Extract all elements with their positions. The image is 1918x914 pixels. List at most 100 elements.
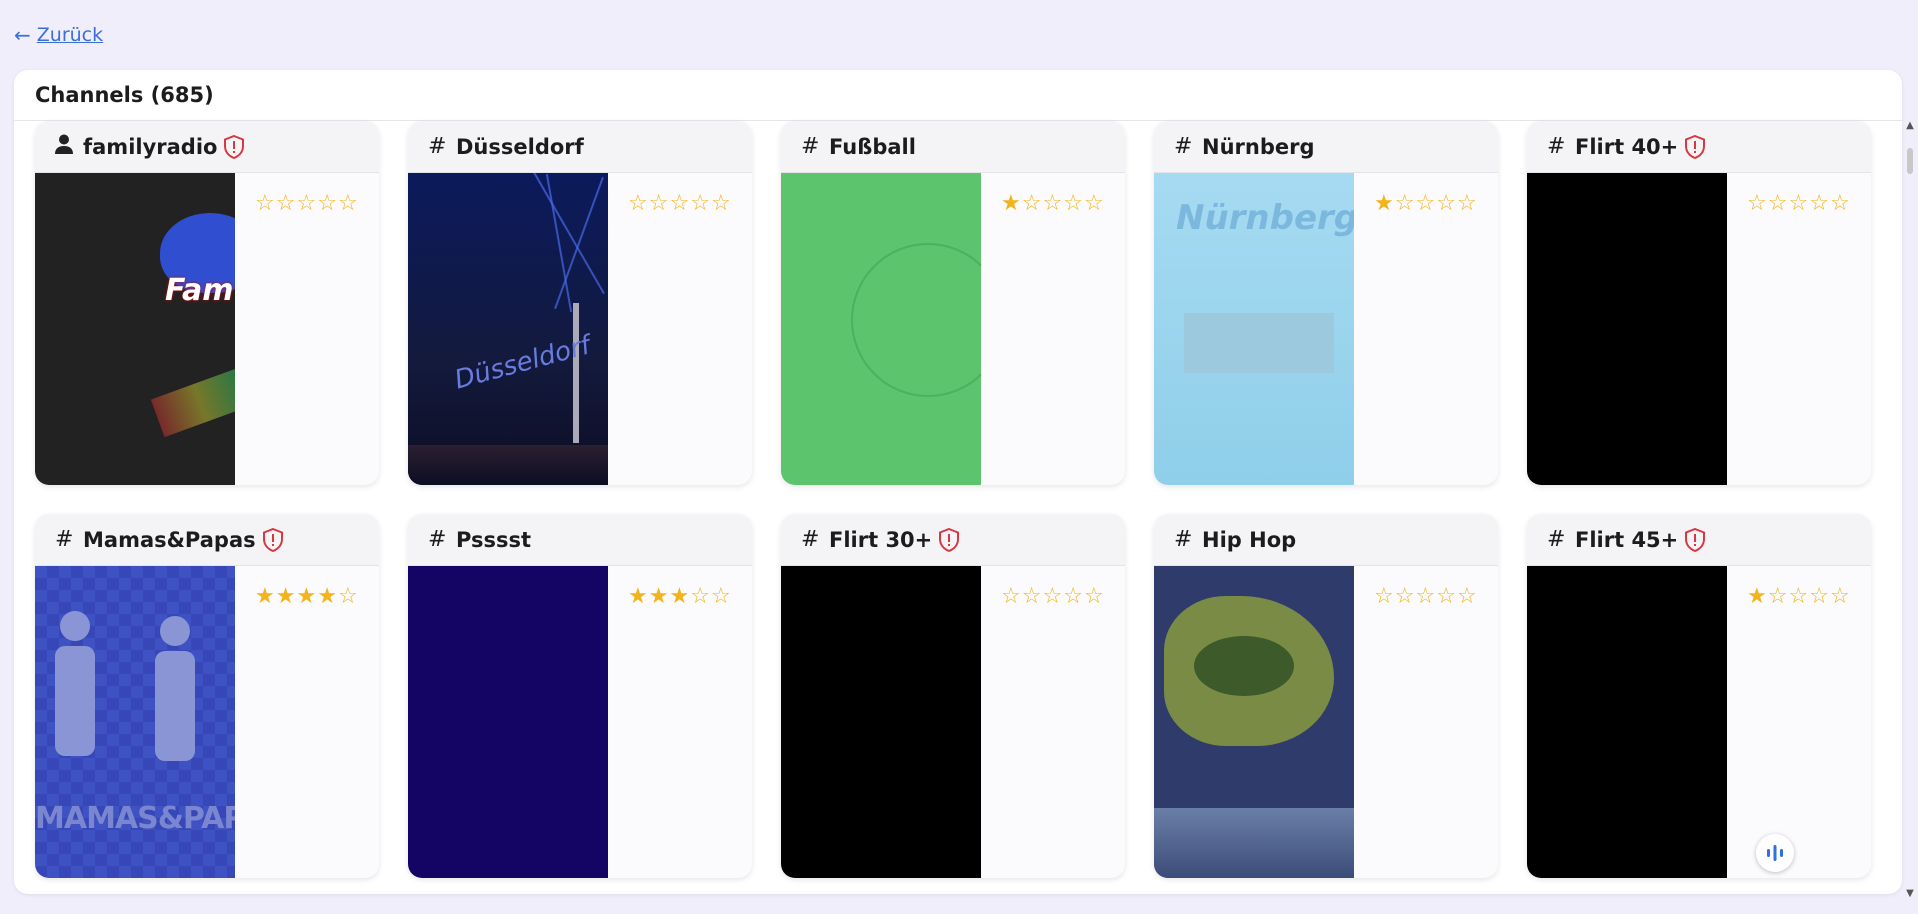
shield-warning-icon bbox=[223, 134, 245, 159]
channel-card-header[interactable]: # Mamas&Papas bbox=[35, 514, 379, 566]
channel-card[interactable]: # Flirt 45+ ★ ☆ ☆ ☆ ☆ bbox=[1527, 514, 1871, 878]
channel-card-header[interactable]: # Flirt 40+ bbox=[1527, 121, 1871, 173]
star-empty-icon: ☆ bbox=[337, 584, 358, 609]
hash-icon: # bbox=[1174, 134, 1193, 159]
star-rating: ☆ ☆ ☆ ☆ ☆ bbox=[628, 193, 752, 215]
channel-name: Nürnberg bbox=[1202, 134, 1315, 159]
channel-thumbnail: MAMAS&PAPAS bbox=[35, 566, 235, 878]
channel-card[interactable]: # Flirt 40+ ☆ ☆ ☆ ☆ ☆ bbox=[1527, 121, 1871, 485]
channel-card-header[interactable]: # Düsseldorf bbox=[408, 121, 752, 173]
shield-warning-icon bbox=[262, 527, 284, 552]
hash-icon: # bbox=[428, 527, 447, 552]
channel-thumbnail bbox=[408, 566, 608, 878]
channel-card-header[interactable]: # Fußball bbox=[781, 121, 1125, 173]
star-rating: ★ ☆ ☆ ☆ ☆ bbox=[1747, 586, 1871, 608]
star-filled-icon: ★ bbox=[296, 584, 317, 609]
star-empty-icon: ☆ bbox=[1042, 584, 1063, 609]
scroll-thumb[interactable] bbox=[1907, 148, 1913, 174]
star-empty-icon: ☆ bbox=[1747, 191, 1767, 216]
channel-name: Flirt 40+ bbox=[1575, 134, 1679, 159]
star-filled-icon: ★ bbox=[1374, 191, 1394, 216]
thumb-text: MAMAS&PAPAS bbox=[35, 801, 235, 836]
star-empty-icon: ☆ bbox=[1001, 584, 1021, 609]
star-empty-icon: ☆ bbox=[690, 584, 710, 609]
channel-card-header[interactable]: # Flirt 30+ bbox=[781, 514, 1125, 566]
star-filled-icon: ★ bbox=[648, 584, 669, 609]
star-empty-icon: ☆ bbox=[1063, 584, 1083, 609]
channel-name: Mamas&Papas bbox=[83, 527, 256, 552]
shield-warning-icon bbox=[1684, 134, 1706, 159]
star-rating: ☆ ☆ ☆ ☆ ☆ bbox=[1001, 586, 1125, 608]
audio-player-button[interactable] bbox=[1756, 834, 1794, 872]
star-empty-icon: ☆ bbox=[1042, 191, 1063, 216]
star-rating: ★ ☆ ☆ ☆ ☆ bbox=[1001, 193, 1125, 215]
channel-name: Psssst bbox=[456, 527, 532, 552]
channel-thumbnail bbox=[1154, 566, 1354, 878]
hash-icon: # bbox=[428, 134, 447, 159]
thumb-text: Fam bbox=[165, 273, 234, 308]
star-empty-icon: ☆ bbox=[317, 191, 337, 216]
star-empty-icon: ☆ bbox=[1829, 191, 1850, 216]
star-rating: ★ ★ ★ ★ ☆ bbox=[255, 586, 379, 608]
star-empty-icon: ☆ bbox=[1436, 191, 1456, 216]
channel-card[interactable]: # Hip Hop ☆ ☆ ☆ ☆ ☆ bbox=[1154, 514, 1498, 878]
channel-card[interactable]: familyradio Fam ☆ ☆ ☆ ☆ ☆ bbox=[35, 121, 379, 485]
star-empty-icon: ☆ bbox=[669, 191, 690, 216]
scroll-up-arrow-icon[interactable]: ▲ bbox=[1904, 120, 1916, 132]
channel-card[interactable]: # Düsseldorf Düsseldorf ☆ ☆ ☆ ☆ ☆ bbox=[408, 121, 752, 485]
channel-card[interactable]: # Flirt 30+ ☆ ☆ ☆ ☆ ☆ bbox=[781, 514, 1125, 878]
star-empty-icon: ☆ bbox=[1374, 584, 1394, 609]
channel-name: Hip Hop bbox=[1202, 527, 1297, 552]
star-empty-icon: ☆ bbox=[1788, 584, 1809, 609]
star-empty-icon: ☆ bbox=[337, 191, 358, 216]
star-empty-icon: ☆ bbox=[690, 191, 710, 216]
star-empty-icon: ☆ bbox=[710, 191, 731, 216]
star-empty-icon: ☆ bbox=[648, 191, 669, 216]
star-filled-icon: ★ bbox=[255, 584, 275, 609]
channel-card[interactable]: # Fußball ★ ☆ ☆ ☆ ☆ bbox=[781, 121, 1125, 485]
star-empty-icon: ☆ bbox=[1788, 191, 1809, 216]
star-filled-icon: ★ bbox=[275, 584, 296, 609]
star-empty-icon: ☆ bbox=[628, 191, 648, 216]
star-empty-icon: ☆ bbox=[1456, 191, 1477, 216]
channel-thumbnail: Düsseldorf bbox=[408, 173, 608, 485]
panel-title: Channels (685) bbox=[14, 70, 1902, 121]
scrollbar[interactable]: ▲ ▼ bbox=[1904, 120, 1916, 900]
star-empty-icon: ☆ bbox=[1436, 584, 1456, 609]
back-link[interactable]: ← Zurück bbox=[14, 24, 103, 46]
channel-name: Flirt 30+ bbox=[829, 527, 933, 552]
channel-card-header[interactable]: # Hip Hop bbox=[1154, 514, 1498, 566]
channel-card[interactable]: # Psssst ★ ★ ★ ☆ ☆ bbox=[408, 514, 752, 878]
channel-thumbnail bbox=[781, 173, 981, 485]
star-filled-icon: ★ bbox=[1747, 584, 1767, 609]
star-empty-icon: ☆ bbox=[255, 191, 275, 216]
channel-card[interactable]: # Nürnberg Nürnberg ★ ☆ ☆ ☆ ☆ bbox=[1154, 121, 1498, 485]
channel-thumbnail: Nürnberg bbox=[1154, 173, 1354, 485]
hash-icon: # bbox=[801, 527, 820, 552]
star-empty-icon: ☆ bbox=[1415, 584, 1436, 609]
channel-thumbnail bbox=[781, 566, 981, 878]
star-filled-icon: ★ bbox=[628, 584, 648, 609]
star-empty-icon: ☆ bbox=[1456, 584, 1477, 609]
star-empty-icon: ☆ bbox=[1767, 584, 1788, 609]
channel-card-header[interactable]: # Flirt 45+ bbox=[1527, 514, 1871, 566]
channel-card[interactable]: #Mamas&PapasMAMAS&PAPAS★★★★☆ bbox=[35, 514, 379, 878]
star-filled-icon: ★ bbox=[1001, 191, 1021, 216]
hash-icon: # bbox=[1174, 527, 1193, 552]
hash-icon: # bbox=[55, 527, 74, 552]
hash-icon: # bbox=[1547, 527, 1566, 552]
star-empty-icon: ☆ bbox=[1021, 191, 1042, 216]
scroll-down-arrow-icon[interactable]: ▼ bbox=[1904, 888, 1916, 900]
channel-name: familyradio bbox=[83, 134, 218, 159]
star-empty-icon: ☆ bbox=[1415, 191, 1436, 216]
star-rating: ☆ ☆ ☆ ☆ ☆ bbox=[1747, 193, 1871, 215]
channel-card-header[interactable]: familyradio bbox=[35, 121, 379, 173]
channel-thumbnail: Fam bbox=[35, 173, 235, 485]
hash-icon: # bbox=[801, 134, 820, 159]
channel-card-header[interactable]: # Psssst bbox=[408, 514, 752, 566]
channel-card-header[interactable]: # Nürnberg bbox=[1154, 121, 1498, 173]
channel-grid: familyradio Fam ☆ ☆ ☆ ☆ ☆ # Düsseldorf Düsseldorf… bbox=[14, 121, 1902, 894]
star-rating: ★ ★ ★ ☆ ☆ bbox=[628, 586, 752, 608]
channel-name: Flirt 45+ bbox=[1575, 527, 1679, 552]
star-rating: ☆ ☆ ☆ ☆ ☆ bbox=[255, 193, 379, 215]
